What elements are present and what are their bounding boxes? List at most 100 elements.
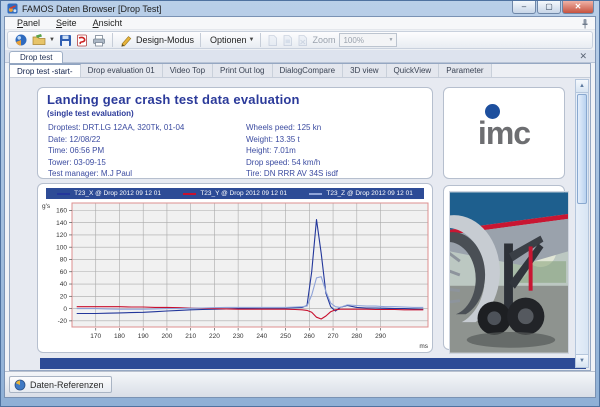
- legend-item: T23_Z @ Drop 2012 09 12 01: [309, 190, 412, 197]
- logo-panel: imc: [443, 87, 565, 179]
- svg-text:160: 160: [56, 208, 67, 215]
- report-page: Landing gear crash test data evaluation …: [10, 78, 590, 370]
- subtab-video-top[interactable]: Video Top: [163, 64, 213, 77]
- options-chevron-icon: ▼: [249, 37, 255, 43]
- acceleration-chart: 170180190200210220230240250260270280290-…: [40, 200, 432, 350]
- title-bar[interactable]: FAMOS Daten Browser [Drop Test] – ▢ ✕: [1, 1, 599, 16]
- page-copy-button[interactable]: [280, 32, 295, 48]
- toolbar-separator: [200, 33, 201, 47]
- svg-text:120: 120: [56, 232, 67, 239]
- page-delete-button[interactable]: [295, 32, 310, 48]
- panels-button[interactable]: [12, 32, 30, 48]
- menu-item-panel[interactable]: Panel: [9, 18, 48, 28]
- svg-text:200: 200: [162, 333, 173, 340]
- main-tab-row: Drop test ✕: [5, 50, 595, 63]
- svg-text:80: 80: [60, 257, 68, 264]
- page-delete-icon: [297, 34, 308, 47]
- svg-text:0: 0: [63, 306, 67, 313]
- svg-text:280: 280: [351, 333, 362, 340]
- open-panel-button[interactable]: ▼: [30, 32, 57, 48]
- svg-text:290: 290: [375, 333, 386, 340]
- report-subtitle: (single test evaluation): [47, 109, 134, 118]
- svg-text:-20: -20: [58, 318, 68, 325]
- subtab-drop-test-start-[interactable]: Drop test -start-: [10, 64, 81, 77]
- app-window: FAMOS Daten Browser [Drop Test] – ▢ ✕ Pa…: [0, 0, 600, 407]
- svg-text:40: 40: [60, 281, 68, 288]
- svg-text:210: 210: [185, 333, 196, 340]
- legend-label: T23_Y @ Drop 2012 09 12 01: [200, 190, 287, 197]
- report-field: Test manager: M.J Paul: [48, 168, 184, 180]
- svg-text:100: 100: [56, 244, 67, 251]
- vertical-scrollbar[interactable]: ▲ ▼: [575, 79, 589, 368]
- design-mode-label: Design-Modus: [136, 35, 194, 45]
- report-field: Droptest: DRT.LG 12AA, 320Tk, 01-04: [48, 122, 184, 134]
- page-new-icon: [267, 34, 278, 47]
- zoom-combobox[interactable]: 100% ▼: [339, 33, 397, 47]
- subtab-3d-view[interactable]: 3D view: [343, 64, 386, 77]
- svg-text:230: 230: [233, 333, 244, 340]
- report-field: Height: 7.01m: [246, 145, 338, 157]
- save-icon: [59, 34, 72, 47]
- report-field: Date: 12/08/22: [48, 134, 184, 146]
- status-bar: Daten-Referenzen: [5, 371, 595, 397]
- maximize-button[interactable]: ▢: [537, 1, 561, 14]
- svg-text:170: 170: [90, 333, 101, 340]
- report-field: Drop speed: 54 km/h: [246, 157, 338, 169]
- save-button[interactable]: [57, 32, 74, 48]
- subtab-print-out-log[interactable]: Print Out log: [213, 64, 272, 77]
- pushpin-icon[interactable]: [581, 18, 589, 29]
- design-mode-button[interactable]: Design-Modus: [117, 32, 196, 48]
- data-references-label: Daten-Referenzen: [30, 380, 104, 390]
- svg-text:180: 180: [114, 333, 125, 340]
- scroll-down-icon[interactable]: ▼: [576, 354, 588, 367]
- zoom-chevron-icon: ▼: [389, 37, 394, 43]
- report-footer-bar: [40, 358, 586, 370]
- chart-legend: T23_X @ Drop 2012 09 12 01 T23_Y @ Drop 2…: [46, 188, 424, 199]
- legend-item: T23_Y @ Drop 2012 09 12 01: [183, 190, 287, 197]
- tab-drop-test[interactable]: Drop test: [9, 51, 63, 63]
- content-area: Drop test -start-Drop evaluation 01Video…: [9, 63, 591, 371]
- legend-label: T23_Z @ Drop 2012 09 12 01: [326, 190, 412, 197]
- client-area: PanelSeiteAnsicht: [4, 16, 596, 398]
- report-field: Time: 06:56 PM: [48, 145, 184, 157]
- scroll-up-icon[interactable]: ▲: [576, 80, 588, 93]
- svg-text:60: 60: [60, 269, 68, 276]
- report-header-panel: Landing gear crash test data evaluation …: [37, 87, 433, 179]
- subtab-quickview[interactable]: QuickView: [387, 64, 440, 77]
- legend-marker: [57, 193, 70, 195]
- export-button[interactable]: [74, 32, 90, 48]
- data-references-button[interactable]: Daten-Referenzen: [9, 376, 112, 393]
- svg-text:20: 20: [60, 294, 68, 301]
- toolbar-separator: [260, 33, 261, 47]
- subtab-row: Drop test -start-Drop evaluation 01Video…: [10, 64, 590, 78]
- menu-item-ansicht[interactable]: Ansicht: [85, 18, 131, 28]
- close-button[interactable]: ✕: [562, 1, 594, 14]
- page-new-button[interactable]: [265, 32, 280, 48]
- report-title: Landing gear crash test data evaluation: [47, 92, 300, 107]
- imc-logo-text: imc: [444, 115, 564, 152]
- svg-text:270: 270: [328, 333, 339, 340]
- menu-item-seite[interactable]: Seite: [48, 18, 85, 28]
- legend-marker: [183, 193, 196, 195]
- report-fields-left: Droptest: DRT.LG 12AA, 320Tk, 01-04Date:…: [48, 122, 184, 180]
- scrollbar-thumb[interactable]: [577, 94, 587, 204]
- subtab-dialogcompare[interactable]: DialogCompare: [273, 64, 344, 77]
- svg-text:190: 190: [138, 333, 149, 340]
- legend-marker: [309, 193, 322, 195]
- subtab-drop-evaluation-01[interactable]: Drop evaluation 01: [81, 64, 163, 77]
- photo-panel: [443, 185, 565, 350]
- print-button[interactable]: [90, 32, 108, 48]
- legend-label: T23_X @ Drop 2012 09 12 01: [74, 190, 161, 197]
- options-button[interactable]: Optionen ▼: [205, 32, 256, 48]
- svg-text:220: 220: [209, 333, 220, 340]
- chart-panel: T23_X @ Drop 2012 09 12 01 T23_Y @ Drop 2…: [37, 183, 433, 353]
- svg-text:g's: g's: [42, 203, 51, 210]
- app-icon: [7, 3, 18, 14]
- minimize-button[interactable]: –: [512, 1, 536, 14]
- landing-gear-photo: [449, 191, 569, 354]
- subtab-parameter[interactable]: Parameter: [439, 64, 491, 77]
- tab-close-icon[interactable]: ✕: [579, 51, 587, 62]
- report-field: Weight: 13.35 t: [246, 134, 338, 146]
- export-icon: [76, 34, 88, 47]
- options-label: Optionen: [210, 35, 247, 45]
